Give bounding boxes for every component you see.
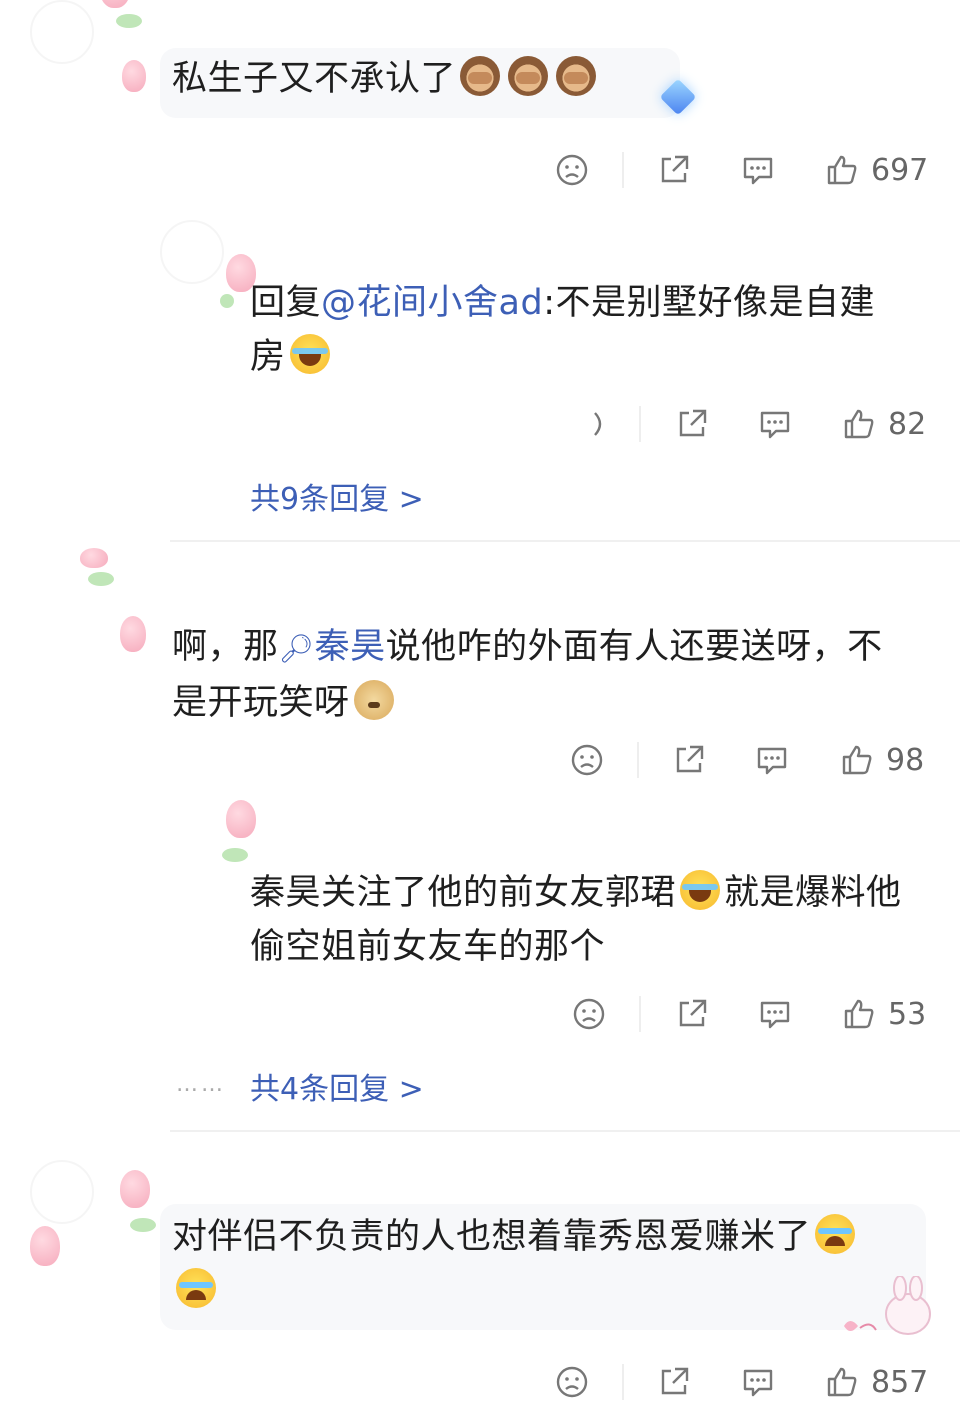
laughing-tears-icon [289, 334, 330, 374]
share-icon [672, 743, 706, 777]
like-button[interactable]: 697 [825, 148, 928, 192]
search-icon: 🔎︎ [278, 632, 315, 665]
avatar[interactable] [160, 220, 256, 308]
share-icon [675, 407, 709, 441]
dislike-face-icon [575, 407, 609, 441]
like-count: 857 [871, 1364, 929, 1400]
comment-icon [741, 1365, 775, 1399]
thumbs-up-icon [842, 997, 876, 1031]
avatar[interactable] [30, 0, 146, 92]
reply-actions: 53 [0, 992, 960, 1036]
thumbs-up-icon [825, 1365, 859, 1399]
comment-text: 私生子又不承认了 [172, 52, 600, 106]
avatar[interactable] [70, 548, 146, 652]
thumbs-up-icon [825, 153, 859, 187]
dislike-face-icon [570, 743, 604, 777]
like-count: 98 [886, 742, 925, 778]
share-icon [657, 153, 691, 187]
comment-actions: 697 [0, 148, 960, 192]
loudly-crying-icon [176, 1268, 216, 1308]
see-no-evil-monkey-icon [556, 56, 597, 96]
reply-comment: 秦昊关注了他的前女友郭珺 就是爆料他 偷空姐前女友车的那个 [0, 790, 960, 990]
mention-link[interactable]: @花间小舍ad [321, 283, 543, 323]
reply-button[interactable] [758, 402, 792, 446]
bunny-sticker-icon [830, 1275, 940, 1346]
like-button[interactable]: 82 [842, 402, 926, 446]
reply-button[interactable] [741, 1360, 775, 1404]
share-icon [657, 1365, 691, 1399]
comment-text: 回复@花间小舍ad:不是别墅好像是自建 房 [250, 283, 875, 377]
ellipsis: …… [176, 1072, 226, 1097]
comment-icon [758, 997, 792, 1031]
comment-text: 啊，那🔎︎秦昊说他咋的外面有人还要送呀，不 是开玩笑呀 [172, 627, 883, 723]
reply-button[interactable] [741, 148, 775, 192]
comment-5: 对伴侣不负责的人也想着靠秀恩爱赚米了 [0, 1150, 960, 1350]
dislike-face-icon [572, 997, 606, 1031]
doge-icon [353, 680, 394, 720]
comment-text: 秦昊关注了他的前女友郭珺 就是爆料他 偷空姐前女友车的那个 [250, 866, 940, 974]
comment-text: 对伴侣不负责的人也想着靠秀恩爱赚米了 [172, 1210, 912, 1318]
see-no-evil-monkey-icon [460, 56, 501, 96]
share-button[interactable] [672, 738, 706, 782]
avatar[interactable] [170, 790, 256, 870]
like-count: 53 [888, 996, 927, 1032]
dislike-button[interactable] [555, 148, 589, 192]
comment-icon [741, 153, 775, 187]
share-button[interactable] [657, 148, 691, 192]
dislike-button[interactable] [555, 1360, 589, 1404]
search-term-link[interactable]: 秦昊 [315, 627, 386, 667]
avatar[interactable] [30, 1160, 156, 1266]
share-icon [675, 997, 709, 1031]
comment-actions: 98 [0, 738, 960, 782]
thumbs-up-icon [840, 743, 874, 777]
comment-icon [755, 743, 789, 777]
dislike-button[interactable] [575, 402, 609, 446]
comment-3: 啊，那🔎︎秦昊说他咋的外面有人还要送呀，不 是开玩笑呀 [0, 548, 960, 730]
like-count: 82 [888, 406, 927, 442]
reply-button[interactable] [755, 738, 789, 782]
dislike-face-icon [555, 1365, 589, 1399]
like-button[interactable]: 98 [840, 738, 924, 782]
dislike-button[interactable] [570, 738, 604, 782]
see-no-evil-monkey-icon [508, 56, 549, 96]
like-count: 697 [871, 152, 929, 188]
dislike-face-icon [555, 153, 589, 187]
share-button[interactable] [657, 1360, 691, 1404]
divider [170, 540, 960, 542]
comment-icon [758, 407, 792, 441]
thumbs-up-icon [842, 407, 876, 441]
divider [170, 1130, 960, 1132]
like-button[interactable]: 53 [842, 992, 926, 1036]
share-button[interactable] [675, 992, 709, 1036]
reply-button[interactable] [758, 992, 792, 1036]
view-more-replies-link[interactable]: 共4条回复 > [250, 1064, 424, 1108]
comment-actions: 857 [0, 1360, 960, 1404]
reply-actions: 82 [0, 402, 960, 446]
laughing-tears-icon [680, 870, 721, 910]
view-more-replies-link[interactable]: 共9条回复 > [250, 474, 424, 518]
dislike-button[interactable] [572, 992, 606, 1036]
share-button[interactable] [675, 402, 709, 446]
loudly-crying-icon [815, 1214, 856, 1254]
like-button[interactable]: 857 [825, 1360, 928, 1404]
